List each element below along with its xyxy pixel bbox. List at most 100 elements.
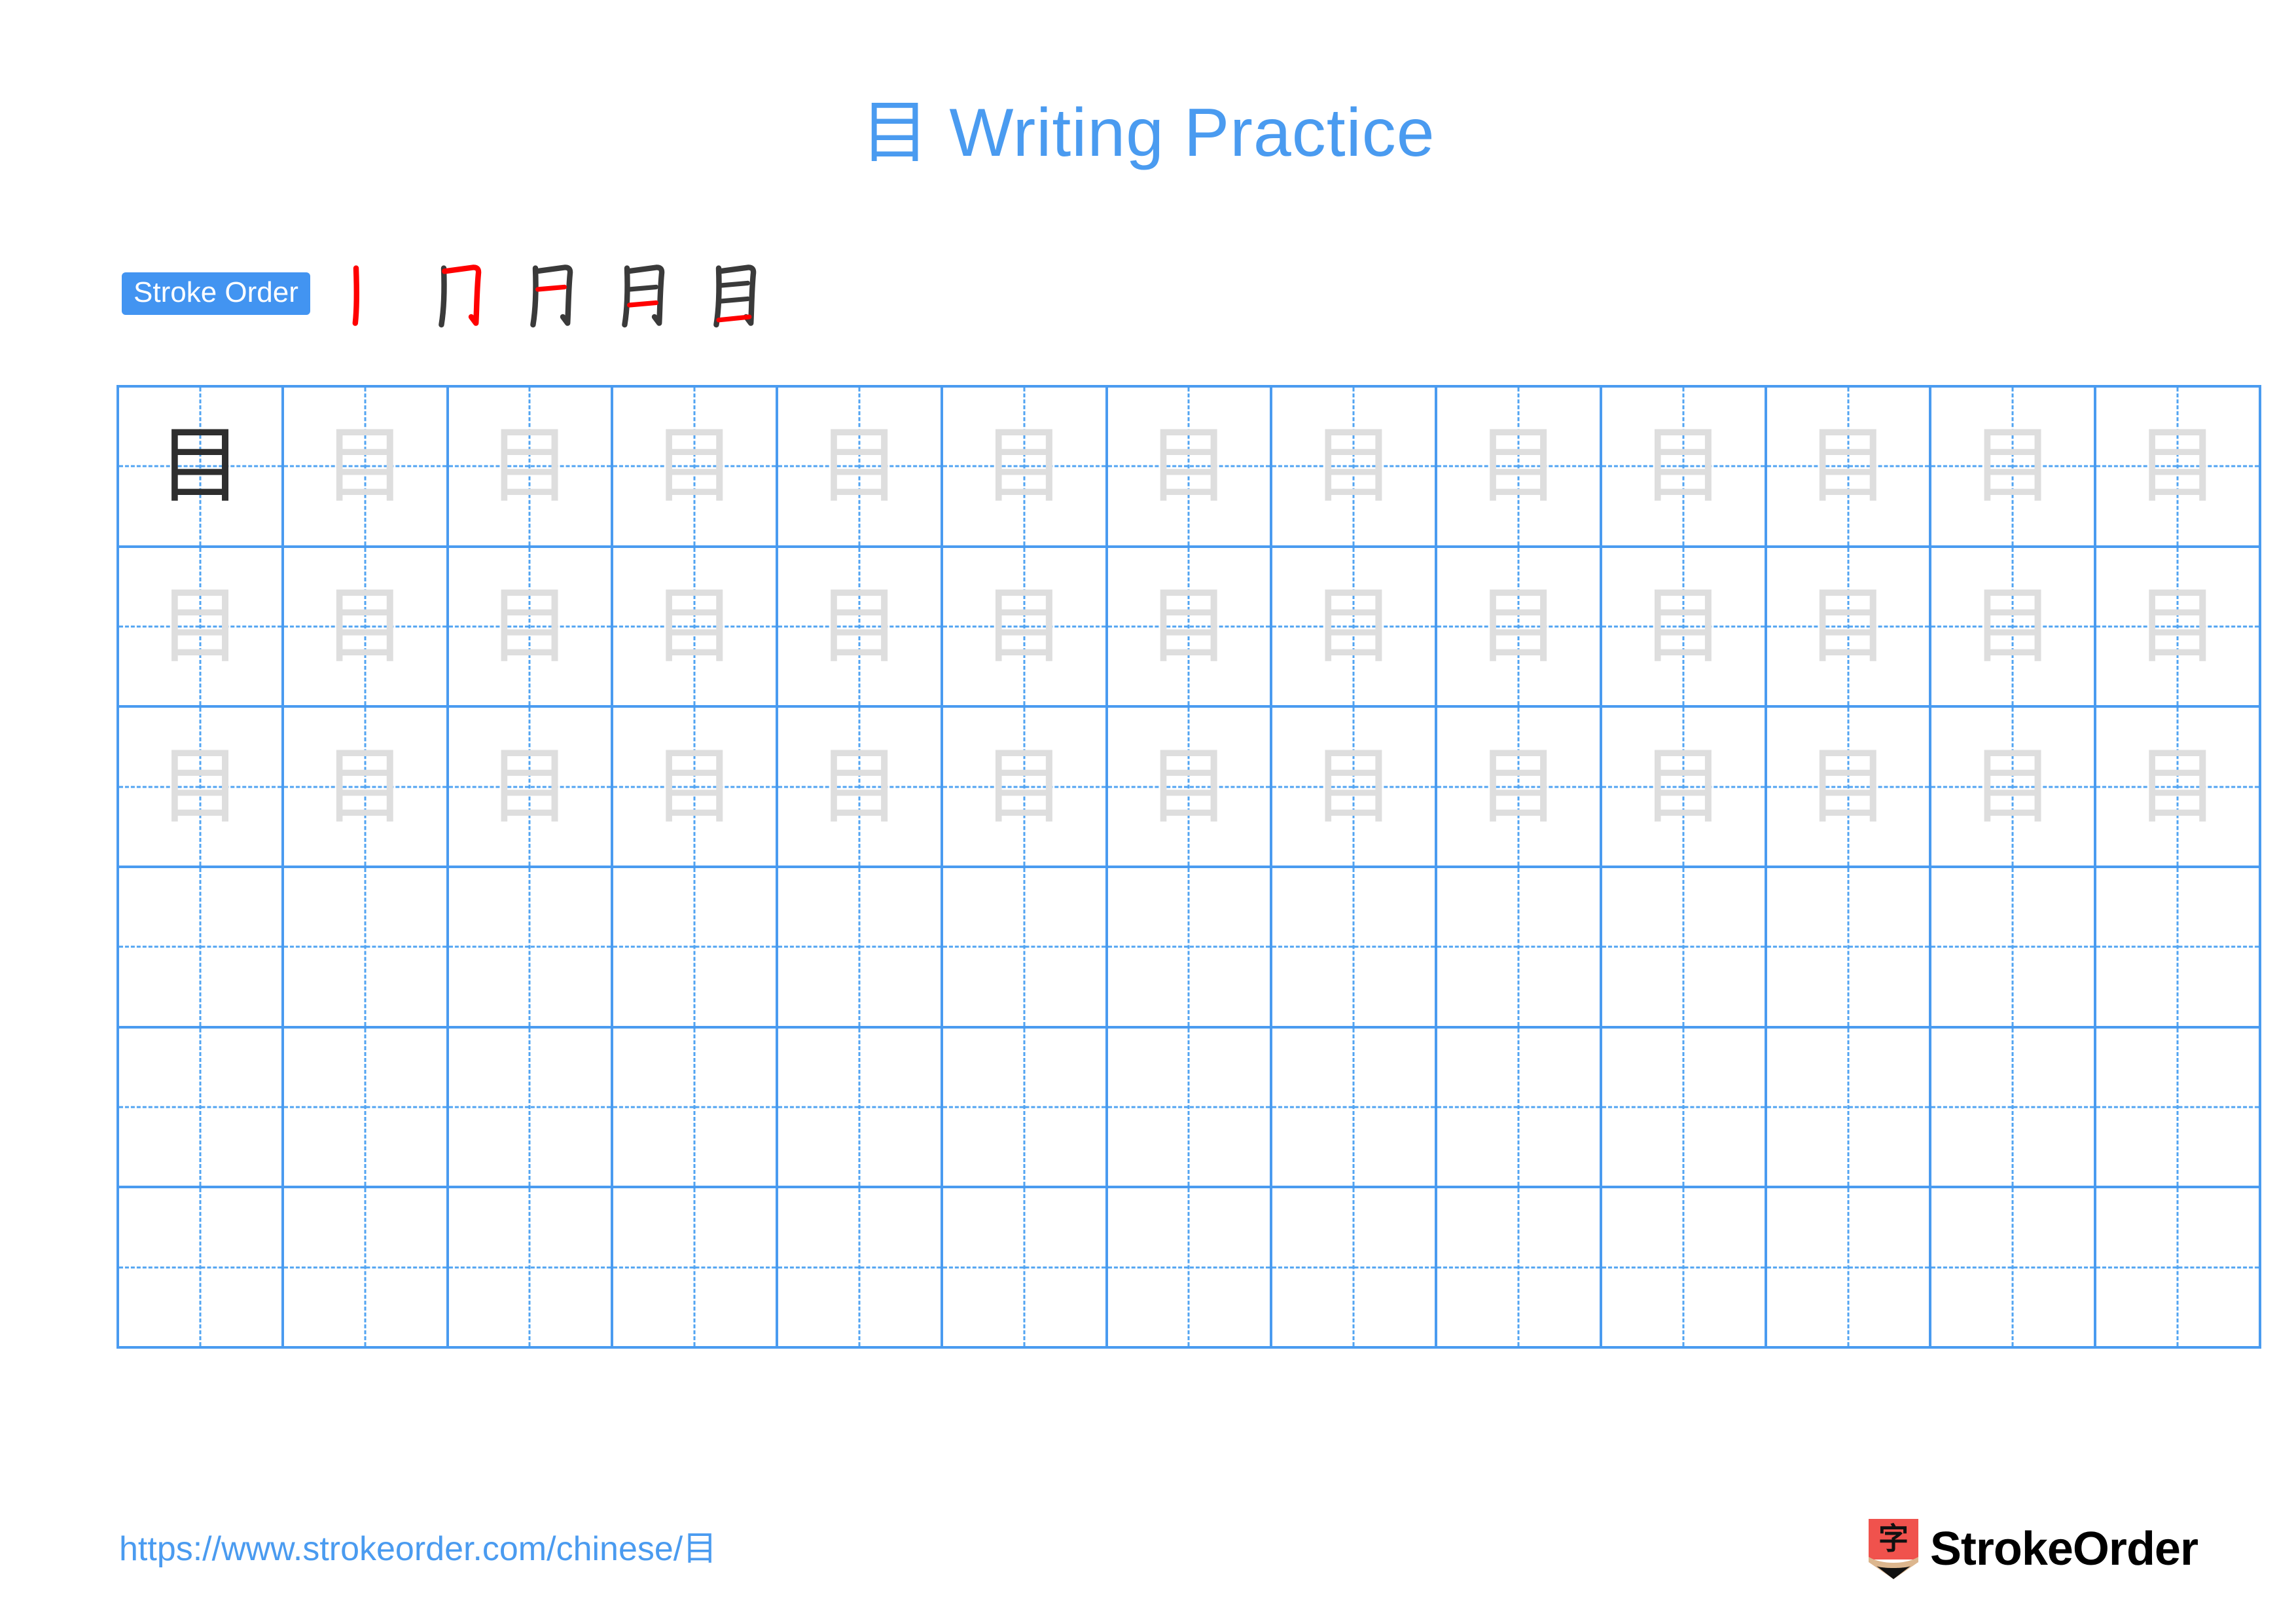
grid-cell-r5-c10[interactable] <box>1602 1028 1767 1189</box>
grid-cell-r1-c12[interactable]: 目 <box>1931 388 2097 548</box>
grid-cell-r2-c9[interactable]: 目 <box>1437 547 1602 708</box>
grid-cell-r2-c8[interactable]: 目 <box>1272 547 1438 708</box>
grid-cell-r3-c2[interactable]: 目 <box>283 708 449 868</box>
grid-cell-r2-c7[interactable]: 目 <box>1107 547 1273 708</box>
grid-cell-r5-c4[interactable] <box>613 1028 779 1189</box>
grid-cell-r5-c2[interactable] <box>283 1028 449 1189</box>
grid-cell-r4-c11[interactable] <box>1767 868 1932 1029</box>
grid-cell-r1-c7[interactable]: 目 <box>1107 388 1273 548</box>
grid-cell-r1-c5[interactable]: 目 <box>778 388 943 548</box>
grid-cell-r3-c10[interactable]: 目 <box>1602 708 1767 868</box>
cell-horizontal-guide <box>1437 1106 1600 1108</box>
grid-cell-r6-c7[interactable] <box>1107 1188 1273 1349</box>
grid-cell-r5-c1[interactable] <box>119 1028 284 1189</box>
trace-character: 目 <box>323 737 407 835</box>
grid-cell-r6-c5[interactable] <box>778 1188 943 1349</box>
grid-cell-r4-c4[interactable] <box>613 868 779 1029</box>
grid-cell-r3-c9[interactable]: 目 <box>1437 708 1602 868</box>
grid-cell-r4-c9[interactable] <box>1437 868 1602 1029</box>
trace-character: 目 <box>1641 737 1725 835</box>
grid-cell-r5-c12[interactable] <box>1931 1028 2097 1189</box>
grid-cell-r6-c4[interactable] <box>613 1188 779 1349</box>
cell-horizontal-guide <box>448 945 611 948</box>
grid-cell-r4-c12[interactable] <box>1931 868 2097 1029</box>
cell-horizontal-guide <box>2096 1266 2259 1269</box>
trace-character: 目 <box>1641 577 1725 675</box>
grid-cell-r3-c8[interactable]: 目 <box>1272 708 1438 868</box>
trace-character: 目 <box>323 417 407 515</box>
grid-cell-r1-c3[interactable]: 目 <box>448 388 614 548</box>
grid-cell-r3-c4[interactable]: 目 <box>613 708 779 868</box>
grid-cell-r2-c3[interactable]: 目 <box>448 547 614 708</box>
grid-cell-r5-c5[interactable] <box>778 1028 943 1189</box>
grid-cell-r3-c1[interactable]: 目 <box>119 708 284 868</box>
grid-cell-r2-c1[interactable]: 目 <box>119 547 284 708</box>
grid-cell-r6-c12[interactable] <box>1931 1188 2097 1349</box>
grid-cell-r1-c1[interactable]: 目 <box>119 388 284 548</box>
cell-horizontal-guide <box>613 1106 776 1108</box>
grid-cell-r2-c13[interactable]: 目 <box>2096 547 2261 708</box>
grid-cell-r4-c13[interactable] <box>2096 868 2261 1029</box>
grid-cell-r3-c11[interactable]: 目 <box>1767 708 1932 868</box>
trace-character: 目 <box>2136 577 2220 675</box>
grid-cell-r5-c6[interactable] <box>942 1028 1108 1189</box>
grid-cell-r5-c7[interactable] <box>1107 1028 1273 1189</box>
grid-cell-r1-c2[interactable]: 目 <box>283 388 449 548</box>
grid-cell-r6-c1[interactable] <box>119 1188 284 1349</box>
grid-cell-r2-c12[interactable]: 目 <box>1931 547 2097 708</box>
grid-cell-r2-c10[interactable]: 目 <box>1602 547 1767 708</box>
grid-cell-r3-c5[interactable]: 目 <box>778 708 943 868</box>
grid-cell-r3-c7[interactable]: 目 <box>1107 708 1273 868</box>
grid-cell-r4-c3[interactable] <box>448 868 614 1029</box>
grid-cell-r6-c2[interactable] <box>283 1188 449 1349</box>
grid-cell-r1-c8[interactable]: 目 <box>1272 388 1438 548</box>
trace-character: 目 <box>653 737 737 835</box>
footer-url[interactable]: https://www.strokeorder.com/chinese/目 <box>119 1532 717 1566</box>
grid-cell-r1-c13[interactable]: 目 <box>2096 388 2261 548</box>
grid-cell-r4-c1[interactable] <box>119 868 284 1029</box>
grid-cell-r4-c8[interactable] <box>1272 868 1438 1029</box>
grid-cell-r6-c6[interactable] <box>942 1188 1108 1349</box>
grid-cell-r3-c13[interactable]: 目 <box>2096 708 2261 868</box>
cell-horizontal-guide <box>942 1106 1105 1108</box>
cell-horizontal-guide <box>119 1106 281 1108</box>
grid-cell-r1-c9[interactable]: 目 <box>1437 388 1602 548</box>
grid-cell-r4-c5[interactable] <box>778 868 943 1029</box>
grid-cell-r4-c2[interactable] <box>283 868 449 1029</box>
grid-cell-r6-c13[interactable] <box>2096 1188 2261 1349</box>
stroke-step-5-icon <box>713 264 757 328</box>
grid-cell-r6-c9[interactable] <box>1437 1188 1602 1349</box>
trace-character: 目 <box>982 577 1066 675</box>
cell-horizontal-guide <box>448 1266 611 1269</box>
grid-cell-r5-c3[interactable] <box>448 1028 614 1189</box>
grid-cell-r4-c7[interactable] <box>1107 868 1273 1029</box>
grid-cell-r6-c11[interactable] <box>1767 1188 1932 1349</box>
grid-cell-r4-c10[interactable] <box>1602 868 1767 1029</box>
grid-cell-r3-c6[interactable]: 目 <box>942 708 1108 868</box>
grid-cell-r2-c4[interactable]: 目 <box>613 547 779 708</box>
stroke-step-2-icon <box>439 264 482 328</box>
grid-cell-r2-c2[interactable]: 目 <box>283 547 449 708</box>
grid-cell-r1-c6[interactable]: 目 <box>942 388 1108 548</box>
grid-cell-r2-c5[interactable]: 目 <box>778 547 943 708</box>
grid-cell-r2-c6[interactable]: 目 <box>942 547 1108 708</box>
stroke-order-steps <box>326 254 784 333</box>
grid-cell-r1-c11[interactable]: 目 <box>1767 388 1932 548</box>
grid-cell-r6-c8[interactable] <box>1272 1188 1438 1349</box>
cell-horizontal-guide <box>942 1266 1105 1269</box>
grid-cell-r2-c11[interactable]: 目 <box>1767 547 1932 708</box>
grid-cell-r4-c6[interactable] <box>942 868 1108 1029</box>
cell-horizontal-guide <box>1437 945 1600 948</box>
grid-cell-r3-c3[interactable]: 目 <box>448 708 614 868</box>
grid-cell-r6-c10[interactable] <box>1602 1188 1767 1349</box>
cell-horizontal-guide <box>778 1266 941 1269</box>
grid-cell-r1-c10[interactable]: 目 <box>1602 388 1767 548</box>
grid-cell-r5-c8[interactable] <box>1272 1028 1438 1189</box>
grid-cell-r3-c12[interactable]: 目 <box>1931 708 2097 868</box>
grid-cell-r5-c9[interactable] <box>1437 1028 1602 1189</box>
grid-cell-r5-c13[interactable] <box>2096 1028 2261 1189</box>
grid-cell-r5-c11[interactable] <box>1767 1028 1932 1189</box>
grid-cell-r1-c4[interactable]: 目 <box>613 388 779 548</box>
trace-character: 目 <box>1312 577 1396 675</box>
grid-cell-r6-c3[interactable] <box>448 1188 614 1349</box>
